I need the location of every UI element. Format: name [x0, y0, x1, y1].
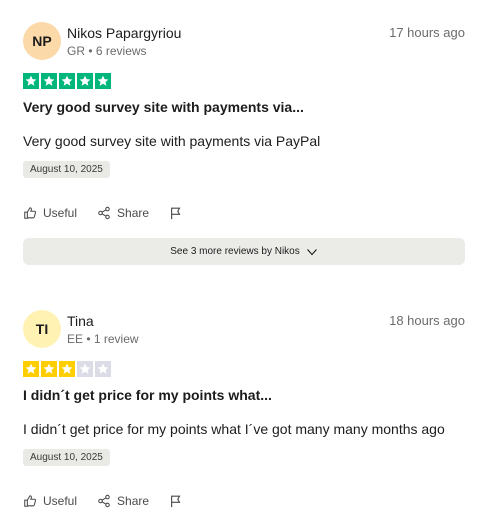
review-actions: Useful Share [23, 493, 465, 509]
review-title[interactable]: I didn´t get price for my points what... [23, 387, 465, 403]
share-icon [98, 206, 110, 220]
report-button[interactable] [169, 206, 189, 220]
reviewer-meta: GR • 6 reviews [67, 44, 147, 58]
thumbs-up-icon [24, 495, 37, 507]
reviewer-meta: EE • 1 review [67, 332, 139, 346]
review-actions: Useful Share [23, 205, 465, 221]
review-date-badge: August 10, 2025 [23, 161, 110, 178]
review-title[interactable]: Very good survey site with payments via.… [23, 99, 465, 115]
share-label: Share [117, 494, 150, 508]
share-icon [98, 494, 110, 508]
useful-label: Useful [43, 206, 78, 220]
useful-button[interactable]: Useful [23, 206, 77, 220]
star-rating [23, 361, 465, 379]
avatar[interactable]: NP [23, 22, 61, 60]
review-date-badge: August 10, 2025 [23, 449, 110, 466]
flag-icon [171, 495, 181, 508]
review-header: TI Tina EE • 1 review 18 hours ago [23, 310, 465, 348]
flag-icon [171, 207, 181, 220]
thumbs-up-icon [24, 207, 37, 219]
star-icon [95, 73, 111, 89]
review-card: NP Nikos Papargyriou GR • 6 reviews 17 h… [23, 22, 465, 221]
star-icon [41, 73, 57, 89]
review-card: TI Tina EE • 1 review 18 hours ago I did… [23, 310, 465, 509]
review-time: 18 hours ago [389, 313, 465, 328]
star-icon [23, 361, 39, 377]
see-more-label: See 3 more reviews by Nikos [170, 246, 300, 257]
review-body: Very good survey site with payments via … [23, 133, 321, 149]
review-header: NP Nikos Papargyriou GR • 6 reviews 17 h… [23, 22, 465, 60]
report-button[interactable] [169, 494, 189, 508]
star-rating [23, 73, 465, 91]
share-button[interactable]: Share [97, 206, 149, 220]
star-icon [77, 73, 93, 89]
star-icon [95, 361, 111, 377]
share-button[interactable]: Share [97, 494, 149, 508]
share-label: Share [117, 206, 150, 220]
star-icon [41, 361, 57, 377]
useful-label: Useful [43, 494, 78, 508]
avatar[interactable]: TI [23, 310, 61, 348]
star-icon [77, 361, 93, 377]
star-icon [59, 361, 75, 377]
reviewer-name[interactable]: Nikos Papargyriou [67, 25, 181, 41]
star-icon [23, 73, 39, 89]
star-icon [59, 73, 75, 89]
review-time: 17 hours ago [389, 25, 465, 40]
review-body: I didn´t get price for my points what I´… [23, 421, 445, 437]
useful-button[interactable]: Useful [23, 494, 77, 508]
see-more-reviews-button[interactable]: See 3 more reviews by Nikos [23, 238, 465, 265]
chevron-down-icon [306, 248, 317, 255]
reviewer-name[interactable]: Tina [67, 313, 94, 329]
